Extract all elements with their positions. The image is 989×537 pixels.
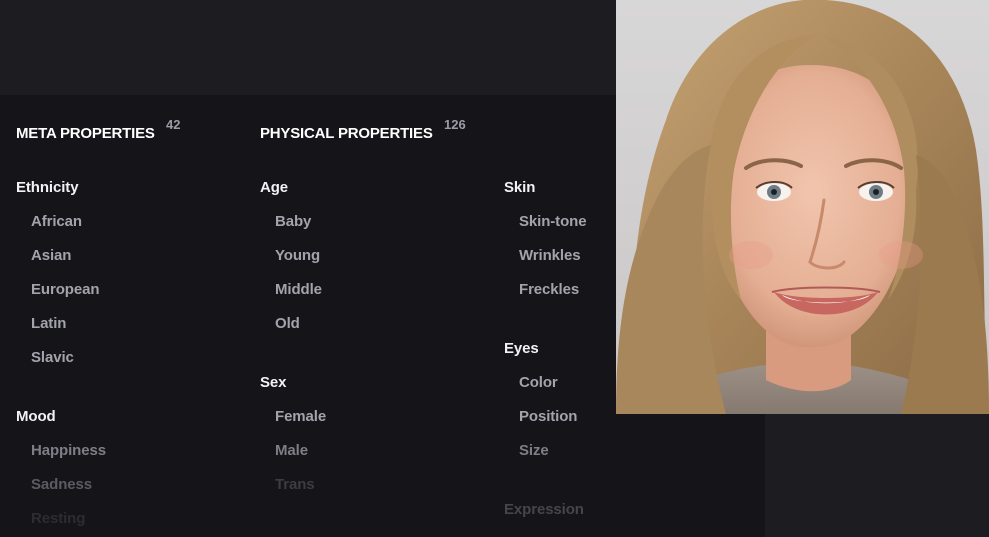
group-expression[interactable]: Expression: [504, 501, 584, 518]
item-happiness[interactable]: Happiness: [31, 442, 106, 459]
item-african[interactable]: African: [31, 213, 82, 230]
item-baby[interactable]: Baby: [275, 213, 311, 230]
meta-properties-count: 42: [166, 117, 181, 132]
group-age[interactable]: Age: [260, 179, 288, 196]
group-sex[interactable]: Sex: [260, 374, 286, 391]
item-skin-tone[interactable]: Skin-tone: [519, 213, 587, 230]
item-asian[interactable]: Asian: [31, 247, 71, 264]
group-skin[interactable]: Skin: [504, 179, 535, 196]
item-position[interactable]: Position: [519, 408, 577, 425]
item-wrinkles[interactable]: Wrinkles: [519, 247, 581, 264]
group-ethnicity[interactable]: Ethnicity: [16, 179, 79, 196]
item-slavic[interactable]: Slavic: [31, 349, 74, 366]
physical-properties-title: PHYSICAL PROPERTIES: [260, 125, 433, 142]
item-freckles[interactable]: Freckles: [519, 281, 579, 298]
item-trans[interactable]: Trans: [275, 476, 315, 493]
item-middle[interactable]: Middle: [275, 281, 322, 298]
top-band: [0, 0, 616, 95]
background-fill: [765, 414, 989, 537]
item-old[interactable]: Old: [275, 315, 300, 332]
item-young[interactable]: Young: [275, 247, 320, 264]
item-male[interactable]: Male: [275, 442, 308, 459]
item-latin[interactable]: Latin: [31, 315, 66, 332]
item-color[interactable]: Color: [519, 374, 558, 391]
group-mood[interactable]: Mood: [16, 408, 56, 425]
item-sadness[interactable]: Sadness: [31, 476, 92, 493]
meta-properties-title: META PROPERTIES: [16, 125, 155, 142]
item-size[interactable]: Size: [519, 442, 549, 459]
item-european[interactable]: European: [31, 281, 99, 298]
item-female[interactable]: Female: [275, 408, 326, 425]
portrait-photo: [616, 0, 989, 414]
physical-properties-count: 126: [444, 117, 466, 132]
item-resting[interactable]: Resting: [31, 510, 85, 527]
group-eyes[interactable]: Eyes: [504, 340, 539, 357]
